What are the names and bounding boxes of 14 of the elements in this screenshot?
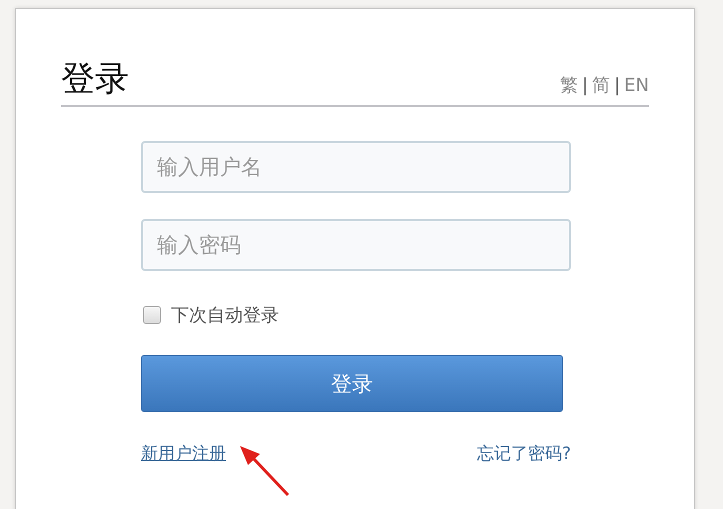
remember-label: 下次自动登录 [171, 304, 279, 327]
language-link[interactable]: EN [624, 75, 649, 96]
register-link[interactable]: 新用户注册 [141, 442, 226, 465]
login-title: 登录 [61, 58, 129, 101]
forgot-password-link[interactable]: 忘记了密码? [476, 442, 571, 465]
language-link[interactable]: 简 [592, 73, 610, 97]
username-field[interactable]: 输入用户名 [141, 141, 571, 193]
login-button[interactable]: 登录 [141, 355, 563, 412]
remember-checkbox[interactable] [143, 306, 161, 324]
password-field[interactable]: 输入密码 [141, 219, 571, 271]
pointer-arrow [238, 445, 292, 497]
separator: | [614, 75, 620, 96]
language-link[interactable]: 繁 [560, 73, 578, 97]
separator: | [582, 75, 588, 96]
